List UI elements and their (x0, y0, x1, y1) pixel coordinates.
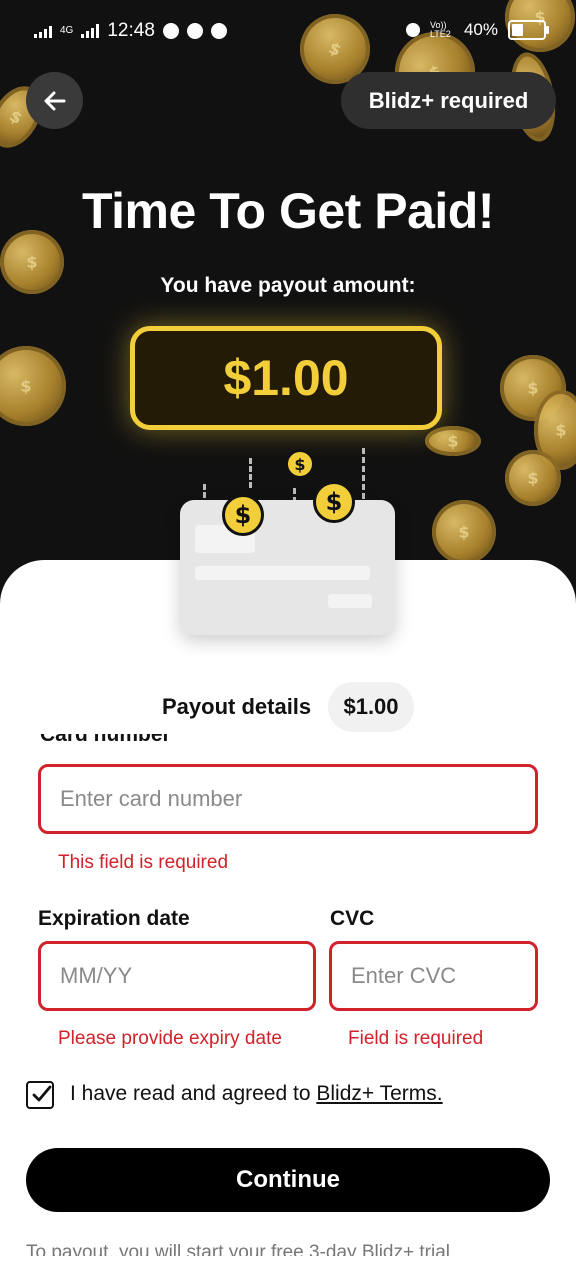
expiration-date-input[interactable] (58, 962, 313, 990)
expiration-date-field[interactable] (38, 941, 316, 1011)
cvc-error: Field is required (348, 1028, 484, 1049)
volte-indicator: Vo)) LTE2 (429, 20, 451, 39)
page-title: Time To Get Paid! (82, 183, 494, 239)
cvc-field[interactable] (329, 941, 538, 1011)
terms-checkbox[interactable] (26, 1081, 54, 1109)
terms-text: I have read and agreed to Blidz+ Terms. (70, 1082, 443, 1106)
notification-icon (210, 23, 227, 39)
alarm-icon (405, 23, 420, 37)
dollar-coin-icon: $ (222, 494, 264, 536)
card-expiry-placeholder (328, 594, 372, 608)
messenger-icon (162, 23, 179, 39)
payout-amount-chip: $1.00 (328, 682, 414, 732)
background-coin-icon (505, 450, 561, 506)
signal-icon (81, 24, 100, 38)
card-number-label-text: Card number (40, 734, 171, 746)
checkmark-icon (32, 1085, 52, 1102)
dollar-coin-icon: $ (313, 481, 355, 523)
cvc-label: CVC (330, 907, 375, 930)
terms-statement: I have read and agreed to (70, 1082, 317, 1105)
expiration-date-error: Please provide expiry date (58, 1028, 282, 1049)
status-bar: 4G 12:48 Vo)) LTE2 40% (0, 0, 576, 66)
blidz-required-badge[interactable]: Blidz+ required (341, 72, 556, 129)
payout-details-label: Payout details (162, 694, 312, 719)
signal-icon (34, 24, 52, 38)
expiration-date-label: Expiration date (38, 907, 190, 930)
card-number-input[interactable] (58, 785, 535, 813)
credit-card-illustration (180, 500, 395, 635)
card-number-placeholder (195, 566, 370, 580)
payout-subtitle: You have payout amount: (160, 274, 416, 297)
background-coin-icon (432, 500, 496, 564)
clock: 12:48 (107, 20, 155, 41)
decorative-line (249, 458, 252, 488)
arrow-left-icon (44, 91, 65, 110)
network-type: 4G (60, 25, 74, 36)
battery-icon (508, 20, 549, 40)
background-coin-icon (0, 346, 66, 426)
card-number-error: This field is required (58, 852, 229, 873)
decorative-line (362, 448, 365, 508)
battery-percent: 40% (463, 20, 498, 39)
cvc-input[interactable] (349, 962, 535, 990)
payout-amount-display: $1.00 (130, 326, 442, 430)
background-coin-icon (425, 426, 481, 456)
notification-icon (186, 23, 203, 39)
card-number-label: Card number (40, 734, 171, 750)
footer-note: To payout, you will start your free 3-da… (26, 1242, 450, 1256)
dollar-coin-icon: $ (285, 449, 315, 479)
continue-button[interactable]: Continue (26, 1148, 550, 1212)
card-number-field[interactable] (38, 764, 538, 834)
terms-link[interactable]: Blidz+ Terms. (316, 1082, 442, 1105)
back-button[interactable] (26, 72, 83, 129)
